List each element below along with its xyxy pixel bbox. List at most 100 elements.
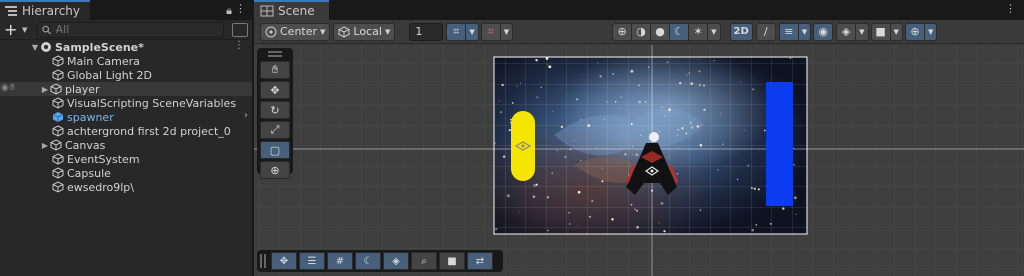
tree-row-label: player: [65, 82, 100, 96]
unlit-shading-button[interactable]: ☾: [669, 22, 690, 41]
shaded-sphere-icon: ●: [655, 25, 665, 38]
tab-scene[interactable]: Scene: [254, 0, 329, 20]
expand-arrow-icon[interactable]: ▶: [40, 85, 50, 94]
prefab-icon: [52, 112, 64, 122]
tree-row-canvas[interactable]: ▶ Canvas: [0, 138, 252, 152]
tree-row-capsule[interactable]: Capsule: [0, 166, 252, 180]
wireframe-shading-button[interactable]: ⊕: [612, 22, 633, 41]
snap-group: ⌗ ▼: [446, 22, 479, 41]
debug-draw-dropdown[interactable]: ▼: [707, 22, 721, 41]
visibility-eye-icon[interactable]: ◉✋︎: [1, 83, 16, 93]
capsule-sprite[interactable]: [511, 111, 535, 181]
transform-icon: ⊕: [270, 163, 280, 177]
grid-size-field[interactable]: 1: [409, 22, 444, 41]
grid-snap-dropdown[interactable]: ▼: [465, 22, 479, 41]
tree-row-spawner[interactable]: spawner ›: [0, 110, 252, 124]
tree-row-visualscripting[interactable]: VisualScripting SceneVariables: [0, 96, 252, 110]
lock-icon[interactable]: 🔒︎: [226, 4, 232, 18]
lighting-toggle-button[interactable]: ∕: [755, 22, 776, 41]
layers-overlay-button[interactable]: ◈: [383, 252, 409, 270]
gizmos-dropdown[interactable]: ▼: [923, 22, 938, 41]
tree-row-label: achtergrond first 2d project_0: [67, 124, 231, 138]
expand-arrow-icon[interactable]: ▼: [30, 43, 40, 52]
chevron-down-icon: ▼: [801, 27, 808, 36]
scene-camera-button[interactable]: ■: [870, 22, 891, 41]
rect-tool-button[interactable]: ▢: [260, 141, 290, 159]
scene-canvas[interactable]: [254, 45, 1024, 276]
gizmos-button[interactable]: ⊕: [904, 22, 925, 41]
lighting-overlay-button[interactable]: ☾: [355, 252, 381, 270]
scene-toolbar: Center ▼ Local ▼ 1 ⌗ ▼ ⌗ ▼ ⊕ ◑ ● ☾ ✶ ▼ 2…: [254, 20, 1024, 44]
tree-row-global-light[interactable]: Global Light 2D: [0, 68, 252, 82]
chevron-down-icon[interactable]: ▼: [22, 26, 27, 34]
hierarchy-tab-label: Hierarchy: [22, 4, 81, 18]
grid-visibility-button[interactable]: ⌗: [480, 22, 501, 41]
camera-overlay-button[interactable]: ■: [439, 252, 465, 270]
debug-draw-mode-button[interactable]: ✶: [688, 22, 709, 41]
search-input[interactable]: [55, 23, 219, 36]
toggle-2d-button[interactable]: 2D: [729, 22, 753, 41]
overlay-grip[interactable]: [260, 254, 266, 268]
scene-visibility-button[interactable]: ◉: [813, 22, 834, 41]
expand-arrow-icon[interactable]: ▶: [40, 141, 50, 150]
tree-row-label: Canvas: [65, 138, 106, 152]
tree-row-eventsystem[interactable]: EventSystem: [0, 152, 252, 166]
gameobject-icon: [52, 125, 64, 137]
shuffle-icon: ⇄: [475, 255, 485, 267]
scene-more-icon[interactable]: ⋮: [234, 40, 244, 51]
grid-snap-icon: ⌗: [453, 24, 460, 38]
effects-dropdown[interactable]: ▼: [797, 22, 812, 41]
layers-button[interactable]: ◈: [836, 22, 857, 41]
pivot-mode-dropdown[interactable]: Center ▼: [260, 22, 331, 41]
pivot-rotation-dropdown[interactable]: Local ▼: [333, 22, 396, 41]
gameobject-icon: [52, 153, 64, 165]
layers-dropdown[interactable]: ▼: [855, 22, 869, 41]
effects-group: ≡ ▼: [778, 22, 812, 41]
sprite-settings-button[interactable]: ☰: [299, 252, 325, 270]
move-overlay-button[interactable]: ✥: [271, 252, 297, 270]
tree-row-player[interactable]: ◉✋︎ ▶ player: [0, 82, 252, 96]
tree-row-samplescene[interactable]: ▼ SampleScene* ⋮: [0, 40, 252, 54]
blue-wall-sprite[interactable]: [766, 82, 793, 206]
scale-tool-button[interactable]: ⤢: [260, 121, 290, 139]
chevron-right-icon[interactable]: ›: [244, 110, 248, 121]
effects-button[interactable]: ≡: [778, 22, 799, 41]
move-arrows-icon: ✥: [270, 83, 280, 97]
camera-group: ■ ▼: [870, 22, 903, 41]
scale-icon: ⤢: [270, 123, 280, 136]
overlay-grip[interactable]: [268, 51, 282, 57]
gameobject-icon: [52, 97, 64, 109]
scene-more-options-icon[interactable]: ⋮: [1005, 3, 1016, 15]
more-options-icon[interactable]: ⋮: [235, 3, 246, 15]
scene-camera-dropdown[interactable]: ▼: [889, 22, 903, 41]
grid-visibility-dropdown[interactable]: ▼: [499, 22, 514, 41]
tilemap-grid-button[interactable]: #: [327, 252, 353, 270]
chevron-down-icon: ▼: [927, 27, 934, 36]
transform-tool-button[interactable]: ⊕: [260, 161, 290, 179]
rotate-tool-button[interactable]: ↻: [260, 101, 290, 119]
pivot-center-icon: [265, 26, 277, 37]
move-tool-button[interactable]: ✥: [260, 81, 290, 99]
search-options-icon[interactable]: [232, 22, 248, 37]
shuffle-overlay-button[interactable]: ⇄: [467, 252, 493, 270]
tree-row-label: Capsule: [67, 166, 111, 180]
scene-viewport[interactable]: ✋︎ ✥ ↻ ⤢ ▢ ⊕ ✥ ☰ # ☾ ◈ ⌕ ■ ⇄: [254, 45, 1024, 276]
grid-snap-button[interactable]: ⌗: [446, 22, 467, 41]
scene-tools-overlay: ✋︎ ✥ ↻ ⤢ ▢ ⊕: [257, 48, 293, 179]
search-field[interactable]: [37, 21, 224, 38]
hierarchy-tabbar: Hierarchy 🔒︎ ⋮: [0, 0, 252, 20]
add-icon[interactable]: +: [4, 21, 18, 38]
tab-hierarchy[interactable]: Hierarchy: [0, 0, 91, 20]
tree-row-main-camera[interactable]: Main Camera: [0, 54, 252, 68]
tree-row-achtergrond[interactable]: achtergrond first 2d project_0: [0, 124, 252, 138]
tree-row-label: Main Camera: [67, 54, 140, 68]
search-overlay-button[interactable]: ⌕: [411, 252, 437, 270]
lighting-off-icon: ∕: [763, 25, 768, 38]
shaded-wireframe-button[interactable]: ◑: [631, 22, 652, 41]
rect-transform-icon: ▢: [269, 143, 281, 157]
unity-scene-icon: [41, 42, 51, 52]
shaded-button[interactable]: ●: [650, 22, 671, 41]
view-tool-button[interactable]: ✋︎: [260, 61, 290, 79]
tree-row-ewsedro[interactable]: ewsedro9lp\: [0, 180, 252, 194]
grid-icon: ⌗: [487, 24, 494, 38]
